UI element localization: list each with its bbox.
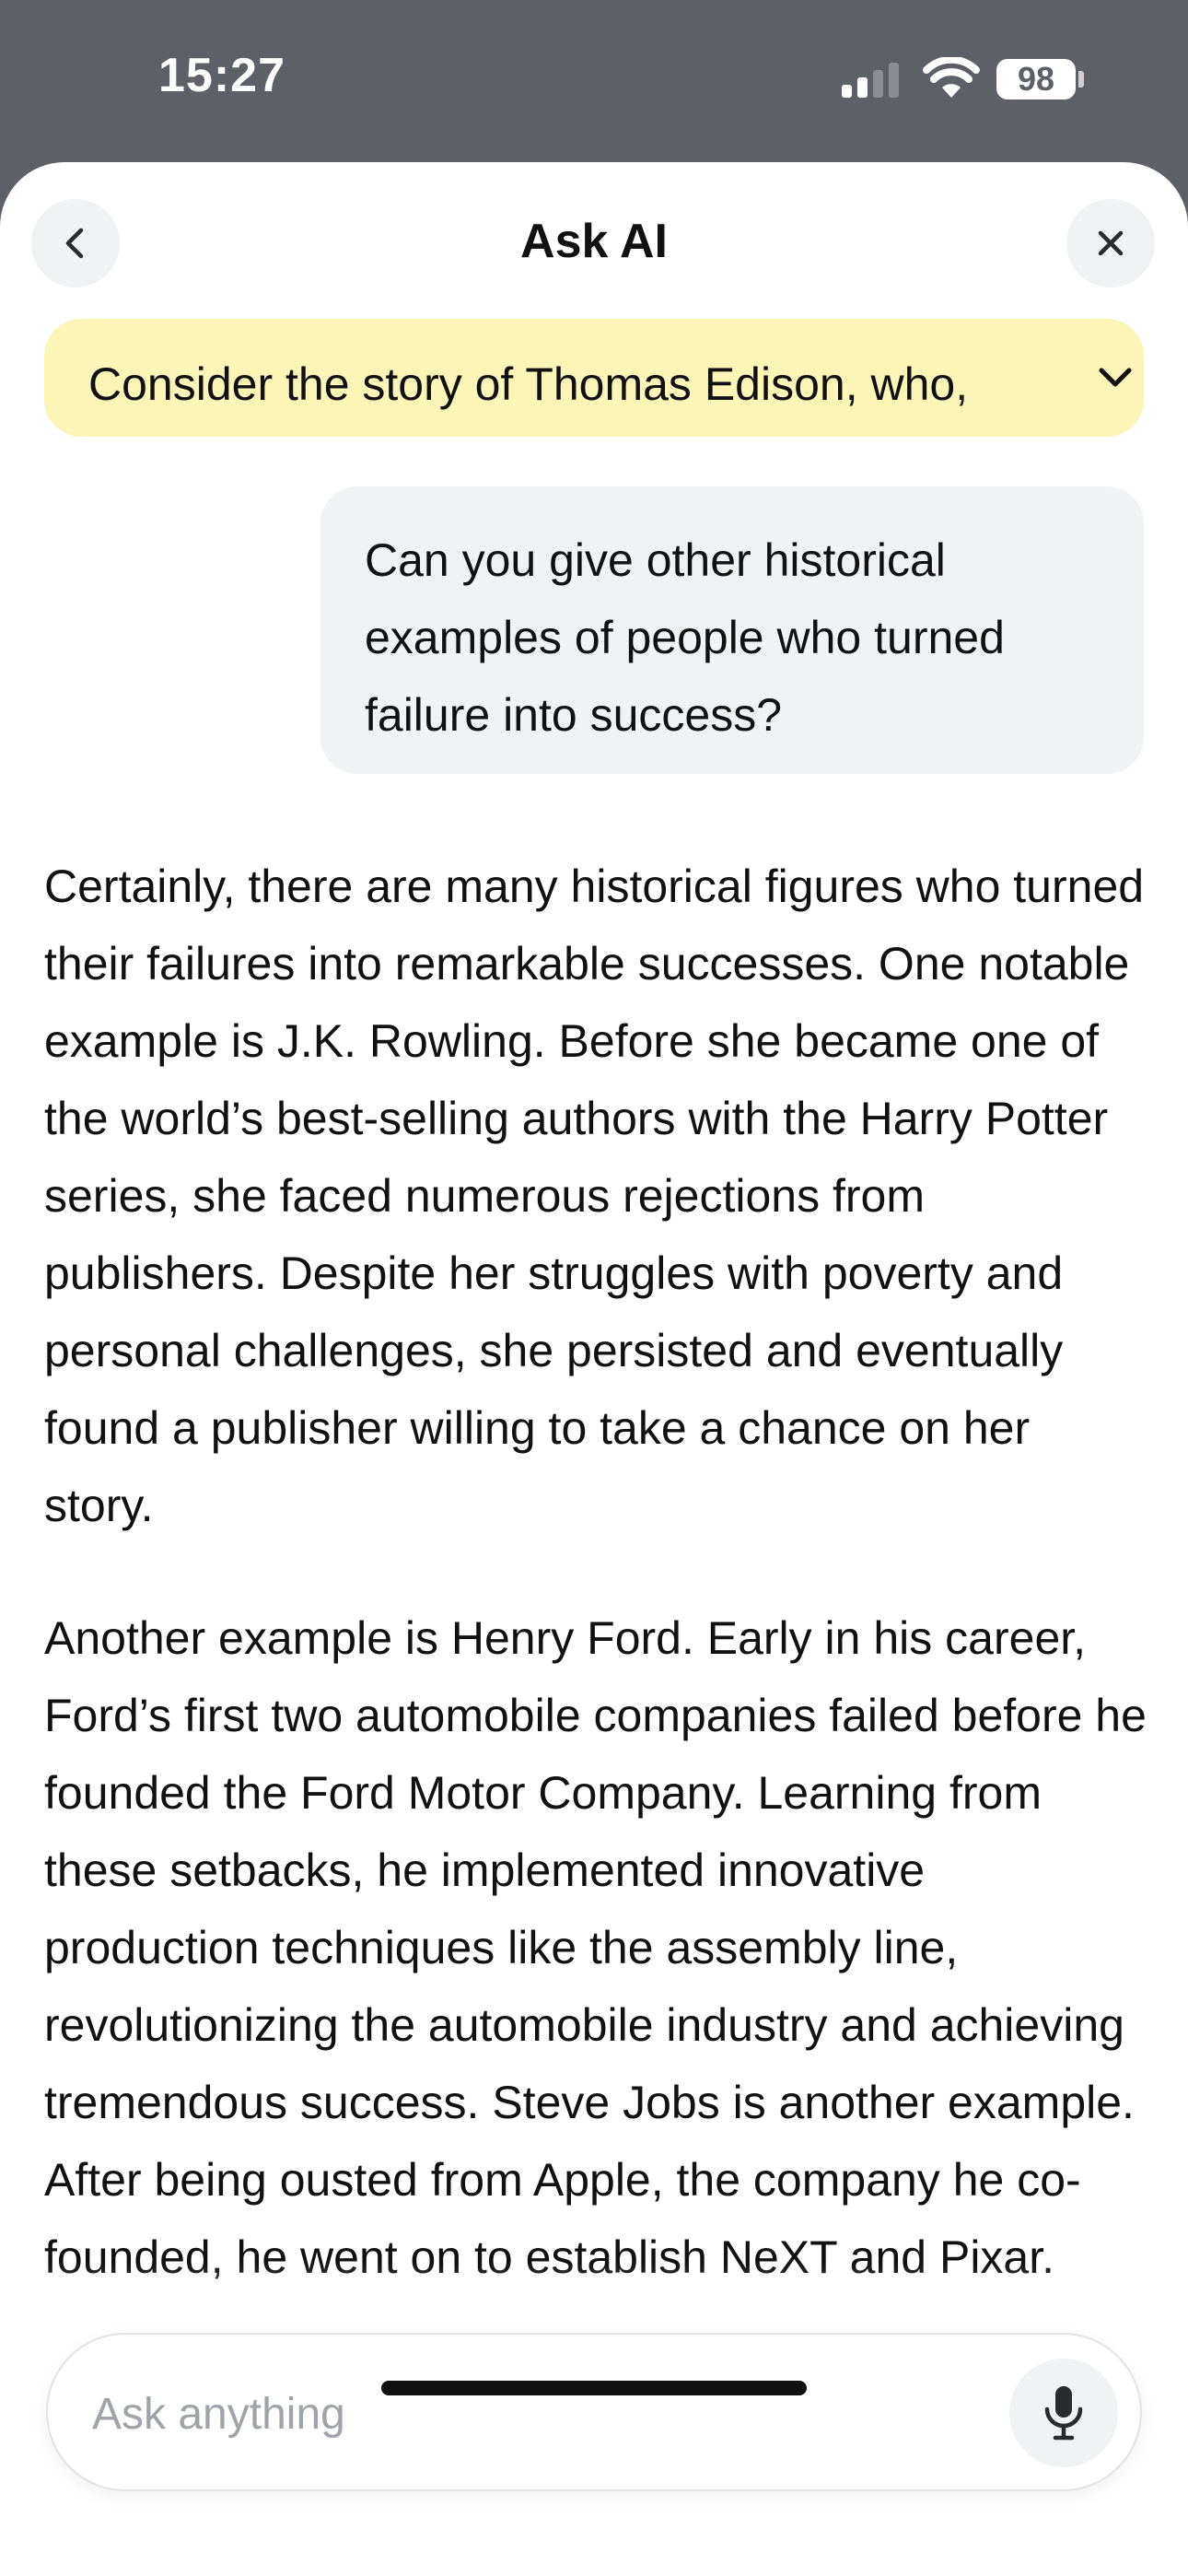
chevron-down-icon[interactable]	[1094, 359, 1136, 396]
home-indicator	[381, 2381, 807, 2395]
close-button[interactable]	[1066, 199, 1155, 287]
microphone-icon	[1044, 2386, 1083, 2441]
ask-ai-sheet: Ask AI Consider the story of Thomas Edis…	[0, 162, 1188, 2576]
page-title: Ask AI	[520, 215, 668, 268]
context-quote-text: Consider the story of Thomas Edison, who…	[88, 358, 969, 410]
context-fade	[956, 319, 1085, 437]
assistant-paragraph: Certainly, there are many historical fig…	[44, 861, 1145, 1531]
user-message-text: Can you give other historical examples o…	[365, 534, 1005, 741]
composer-bar	[46, 2333, 1142, 2491]
battery-level: 98	[1017, 60, 1055, 98]
close-icon	[1098, 230, 1124, 256]
microphone-button[interactable]	[1009, 2359, 1118, 2467]
wifi-icon	[923, 57, 980, 98]
battery-cap	[1078, 71, 1084, 88]
user-message-bubble: Can you give other historical examples o…	[320, 486, 1144, 774]
assistant-message: Certainly, there are many historical fig…	[44, 848, 1149, 2351]
battery-indicator: 98	[996, 59, 1076, 100]
assistant-paragraph: Another example is Henry Ford. Early in …	[44, 1612, 1147, 2283]
status-bar: 15:27 98	[0, 0, 1188, 164]
cellular-signal-icon	[842, 63, 899, 98]
context-quote-pill[interactable]: Consider the story of Thomas Edison, who…	[44, 319, 1144, 437]
status-time: 15:27	[158, 49, 285, 102]
